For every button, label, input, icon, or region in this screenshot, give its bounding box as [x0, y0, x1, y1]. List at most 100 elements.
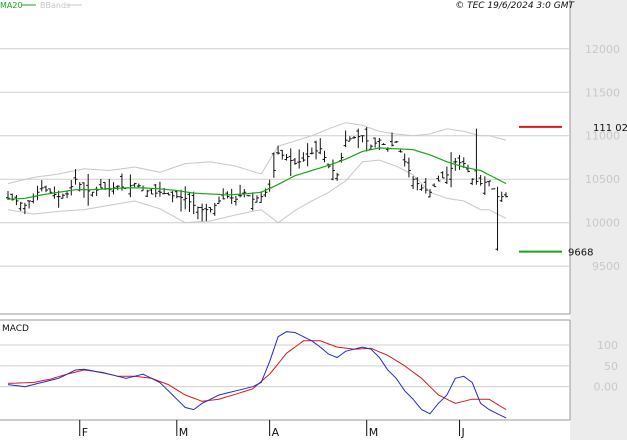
ohlc-bar — [19, 202, 23, 211]
ohlc-bar — [403, 154, 407, 167]
ohlc-bar — [217, 197, 221, 204]
ma20-path — [8, 148, 506, 199]
ohlc-bar — [61, 194, 65, 199]
ohlc-bar — [293, 158, 297, 165]
ohlc-bar — [297, 149, 301, 168]
ohlc-bar — [133, 183, 137, 187]
ohlc-bar — [204, 204, 208, 221]
ohlc-bar — [432, 183, 436, 186]
ohlc-bar — [259, 191, 263, 202]
ohlc-bar — [458, 155, 462, 170]
ohlc-bar — [487, 181, 491, 187]
ohlc-bar — [449, 152, 453, 187]
ohlc-bar — [318, 138, 322, 154]
ohlc-bar — [382, 143, 386, 145]
price-grid — [0, 0, 570, 314]
price-tick-label: 11500 — [585, 86, 620, 99]
macd-tick-label: 0.00 — [594, 381, 619, 394]
macd-tick-label: 50 — [604, 360, 618, 373]
macd-tick-label: 100 — [597, 339, 618, 352]
ohlc-bar — [411, 176, 415, 189]
ohlc-bar — [187, 193, 191, 212]
ohlc-bar — [90, 192, 94, 197]
ohlc-bar — [175, 191, 179, 198]
price-tick-label: 10000 — [585, 217, 620, 230]
high-marker-label: 111 02 — [593, 123, 627, 134]
ohlc-bar — [331, 159, 335, 180]
ohlc-bar — [289, 148, 293, 176]
price-tick-label: 10500 — [585, 173, 620, 186]
ohlc-bar — [394, 141, 398, 143]
ohlc-bar — [238, 185, 242, 198]
chart-legend: MA20 BBands — [0, 1, 82, 10]
ohlc-bar — [373, 138, 377, 148]
low-marker-label: 9668 — [568, 248, 593, 259]
ohlc-bar — [209, 207, 213, 212]
ohlc-bar — [99, 179, 103, 188]
ohlc-bar — [247, 195, 251, 196]
x-tick-label: M — [179, 426, 189, 439]
ohlc-bar — [398, 150, 402, 153]
ohlc-bar — [31, 193, 35, 203]
bbands-lines — [8, 123, 506, 223]
ohlc-bar — [6, 191, 10, 200]
ohlc-bar — [280, 150, 284, 160]
ohlc-bar — [196, 207, 200, 220]
ohlc-bar — [504, 192, 508, 197]
ohlc-bar — [310, 147, 314, 154]
ohlc-bar — [285, 154, 289, 160]
ohlc-bar — [314, 141, 318, 160]
ohlc-bar — [407, 158, 411, 178]
bbands-line — [8, 123, 506, 184]
ohlc-bar — [128, 174, 132, 197]
ma20-line — [8, 148, 506, 199]
ohlc-bar — [74, 169, 78, 185]
legend-ma20: MA20 — [0, 1, 23, 10]
ohlc-bar — [69, 180, 73, 195]
ohlc-bar — [276, 146, 280, 155]
ohlc-bar — [192, 192, 196, 214]
ohlc-bar — [301, 152, 305, 162]
ohlc-bar — [356, 129, 360, 149]
ohlc-bar — [255, 195, 259, 202]
ohlc-bar — [306, 143, 310, 166]
macd-title: MACD — [2, 324, 29, 334]
chart-credit: © TEC 19/6/2024 3:0 GMT — [455, 1, 575, 11]
x-tick-label: M — [369, 426, 379, 439]
legend-bbands: BBands — [40, 1, 70, 10]
ohlc-bar — [360, 136, 364, 143]
ohlc-bar — [95, 187, 99, 196]
ohlc-bar — [352, 136, 356, 139]
ohlc-bar — [166, 192, 170, 195]
ohlc-bar — [268, 180, 272, 192]
ohlc-bar — [344, 131, 348, 148]
ohlc-bar — [496, 187, 500, 251]
ohlc-bar — [57, 191, 61, 208]
signal-line — [8, 341, 506, 410]
ohlc-bar — [479, 175, 483, 186]
ohlc-bar — [242, 189, 246, 197]
ohlc-bar — [183, 186, 187, 209]
ohlc-bar — [390, 133, 394, 147]
ohlc-bar — [323, 151, 327, 162]
ohlc-bar — [44, 186, 48, 193]
price-tick-label: 12000 — [585, 43, 620, 56]
ohlc-bar — [107, 179, 111, 197]
ohlc-bar — [179, 190, 183, 212]
x-tick-label: J — [461, 426, 465, 439]
ohlc-bar — [154, 184, 158, 197]
ohlc-bar — [234, 196, 238, 206]
ohlc-bar — [474, 129, 478, 185]
ohlc-bar — [171, 191, 175, 202]
ohlc-bars — [6, 127, 508, 251]
ohlc-bar — [445, 167, 449, 184]
ohlc-bar — [213, 203, 217, 216]
ohlc-bar — [251, 192, 255, 210]
ohlc-bar — [230, 189, 234, 204]
ohlc-bar — [65, 192, 69, 199]
ohlc-bar — [36, 186, 40, 200]
ohlc-bar — [200, 204, 204, 222]
x-tick-label: F — [82, 426, 88, 439]
ohlc-bar — [365, 127, 369, 151]
ohlc-bar — [348, 136, 352, 141]
